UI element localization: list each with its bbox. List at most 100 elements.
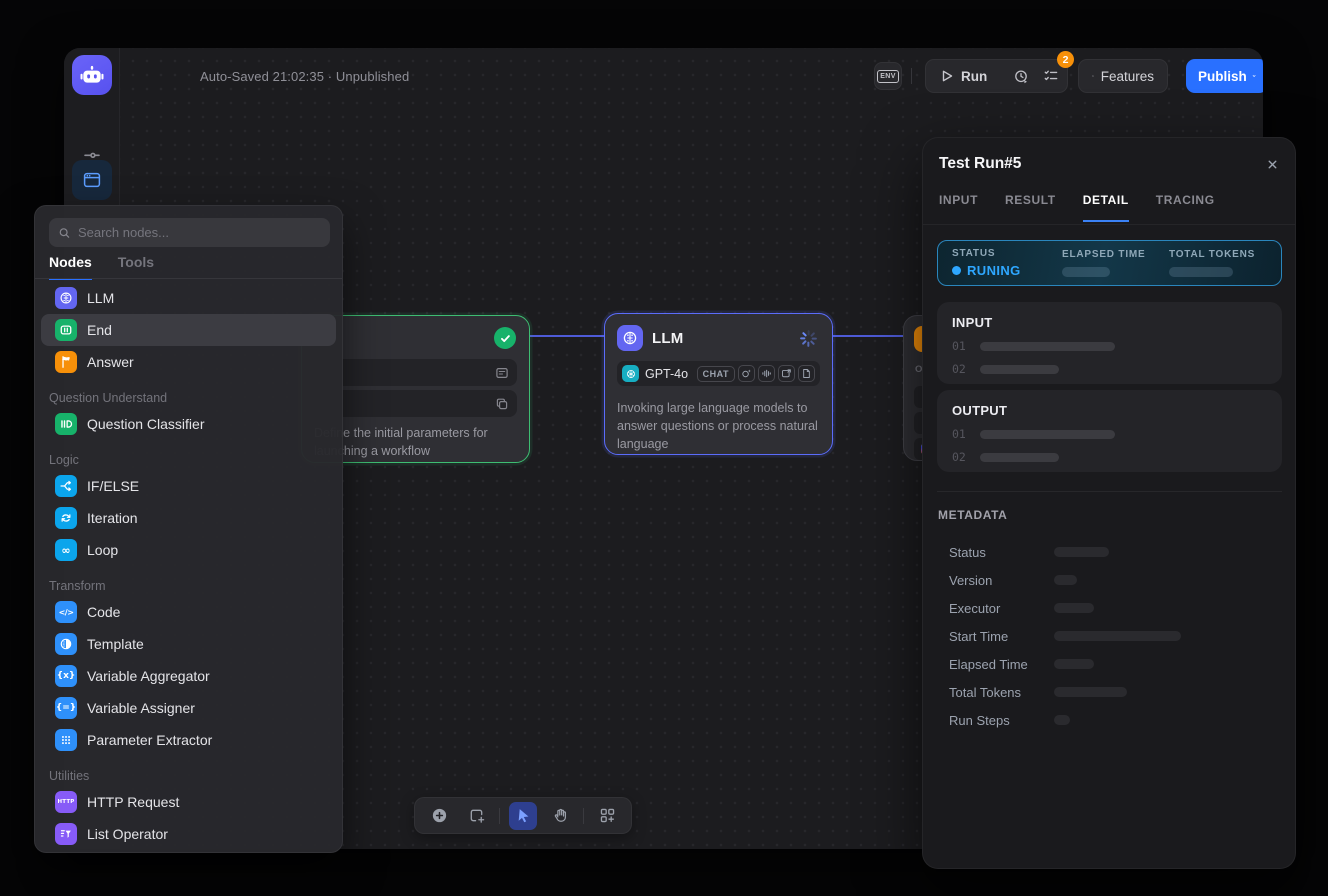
node-panel-tabs: Nodes Tools — [49, 254, 154, 280]
classifier-icon — [55, 413, 77, 435]
code-icon: </> — [55, 601, 77, 623]
node-section-label: Question Understand — [35, 378, 342, 408]
template-icon — [55, 633, 77, 655]
sidebar-panel-button[interactable] — [72, 160, 112, 200]
search-input[interactable] — [78, 225, 321, 240]
status-column-label: STATUS — [952, 248, 1062, 259]
audio-icon — [758, 365, 775, 382]
app-logo[interactable] — [72, 55, 112, 95]
node-item-label: End — [87, 322, 112, 338]
node-item-if-else[interactable]: IF/ELSE — [41, 470, 336, 502]
node-item-label: Answer — [87, 354, 134, 370]
node-item-parameter-extractor[interactable]: Parameter Extractor — [41, 724, 336, 756]
tabs-divider — [35, 278, 342, 279]
node-item-code[interactable]: </>Code — [41, 596, 336, 628]
metadata-label: Status — [949, 545, 1054, 560]
run-panel-title: Test Run#5 — [939, 155, 1021, 173]
line-number: 02 — [952, 450, 966, 464]
brain-icon — [55, 287, 77, 309]
model-mode-badge: CHAT — [697, 366, 735, 382]
model-selector[interactable]: GPT-4o CHAT — [617, 361, 820, 386]
assigner-icon: {=} — [55, 697, 77, 719]
node-item-variable-aggregator[interactable]: {x}Variable Aggregator — [41, 660, 336, 692]
header-divider — [911, 68, 912, 84]
hand-mode-button[interactable] — [546, 802, 574, 830]
start-input-field[interactable] — [314, 390, 517, 417]
node-item-label: Variable Aggregator — [87, 668, 210, 684]
run-status-card: STATUSRUNINGELAPSED TIMETOTAL TOKENS — [937, 240, 1282, 286]
status-value: RUNING — [952, 263, 1062, 278]
robot-icon — [79, 62, 105, 88]
copy-icon — [495, 397, 509, 411]
model-name: GPT-4o — [645, 367, 694, 381]
checklist-icon[interactable] — [1043, 68, 1059, 84]
run-aux-icons — [1000, 68, 1072, 84]
run-tab-detail[interactable]: DETAIL — [1083, 193, 1129, 222]
llm-node-description: Invoking large language models to answer… — [617, 399, 822, 453]
stopwatch-icon[interactable] — [1013, 68, 1029, 84]
cursor-icon — [515, 807, 532, 824]
node-section-label: Utilities — [35, 756, 342, 786]
extractor-icon — [55, 729, 77, 751]
loading-skeleton — [1054, 631, 1181, 641]
run-tab-result[interactable]: RESULT — [1005, 193, 1056, 222]
output-card: OUTPUT 0102 — [937, 390, 1282, 472]
node-search-box[interactable] — [49, 218, 330, 247]
tab-tools[interactable]: Tools — [118, 254, 154, 280]
node-item-label: LLM — [87, 290, 114, 306]
text-field-icon — [495, 366, 509, 380]
play-icon — [940, 69, 954, 83]
tab-nodes[interactable]: Nodes — [49, 254, 92, 280]
start-input-field[interactable] — [314, 359, 517, 386]
add-node-button[interactable] — [425, 802, 453, 830]
features-button-label: Features — [1101, 69, 1154, 84]
node-section-label: Transform — [35, 566, 342, 596]
publish-button-label: Publish — [1198, 69, 1247, 84]
node-item-label: Loop — [87, 542, 118, 558]
node-item-answer[interactable]: Answer — [41, 346, 336, 378]
node-item-question-classifier[interactable]: Question Classifier — [41, 408, 336, 440]
llm-node[interactable]: LLM GPT-4o CHAT Invoking large language … — [604, 313, 833, 455]
loop-icon: ∞ — [55, 539, 77, 561]
openai-icon — [622, 365, 639, 382]
notification-badge: 2 — [1057, 51, 1074, 68]
add-note-button[interactable] — [462, 802, 490, 830]
search-icon — [58, 226, 71, 240]
node-item-http-request[interactable]: HTTPHTTP Request — [41, 786, 336, 818]
model-capability-tags: CHAT — [694, 365, 815, 382]
io-row: 02 — [952, 362, 1267, 376]
node-item-end[interactable]: End — [41, 314, 336, 346]
organize-nodes-button[interactable] — [593, 802, 621, 830]
node-list: LLM End Answer Question UnderstandQuestion … — [35, 282, 342, 850]
doc-icon — [798, 365, 815, 382]
metadata-row: Run Steps — [923, 706, 1295, 734]
metadata-row: Elapsed Time — [923, 650, 1295, 678]
metadata-label: Version — [949, 573, 1054, 588]
node-item-llm[interactable]: LLM — [41, 282, 336, 314]
features-button[interactable]: Features — [1078, 59, 1168, 93]
window-icon — [82, 170, 102, 190]
metadata-row: Executor — [923, 594, 1295, 622]
end-icon — [55, 319, 77, 341]
edge-llm-to-end — [833, 335, 905, 337]
node-item-loop[interactable]: ∞ Loop — [41, 534, 336, 566]
branch-icon — [55, 475, 77, 497]
status-column-status: STATUS RUNING — [952, 248, 1062, 278]
node-item-list-operator[interactable]: List Operator — [41, 818, 336, 850]
run-tab-tracing[interactable]: TRACING — [1156, 193, 1215, 222]
publish-button[interactable]: Publish — [1186, 59, 1263, 93]
run-button[interactable]: Run — [926, 69, 1000, 84]
node-item-iteration[interactable]: Iteration — [41, 502, 336, 534]
node-item-variable-assigner[interactable]: {=}Variable Assigner — [41, 692, 336, 724]
env-variables-button[interactable]: ENV — [874, 62, 902, 90]
node-item-template[interactable]: Template — [41, 628, 336, 660]
close-icon[interactable] — [1263, 155, 1281, 173]
line-number: 01 — [952, 339, 966, 353]
pointer-mode-button[interactable] — [509, 802, 537, 830]
iteration-icon — [55, 507, 77, 529]
autosave-status: Auto-Saved 21:02:35 · Unpublished — [200, 69, 409, 84]
loading-skeleton — [980, 342, 1115, 351]
status-text: RUNING — [967, 263, 1021, 278]
toolbar-divider — [583, 808, 584, 824]
run-tab-input[interactable]: INPUT — [939, 193, 978, 222]
